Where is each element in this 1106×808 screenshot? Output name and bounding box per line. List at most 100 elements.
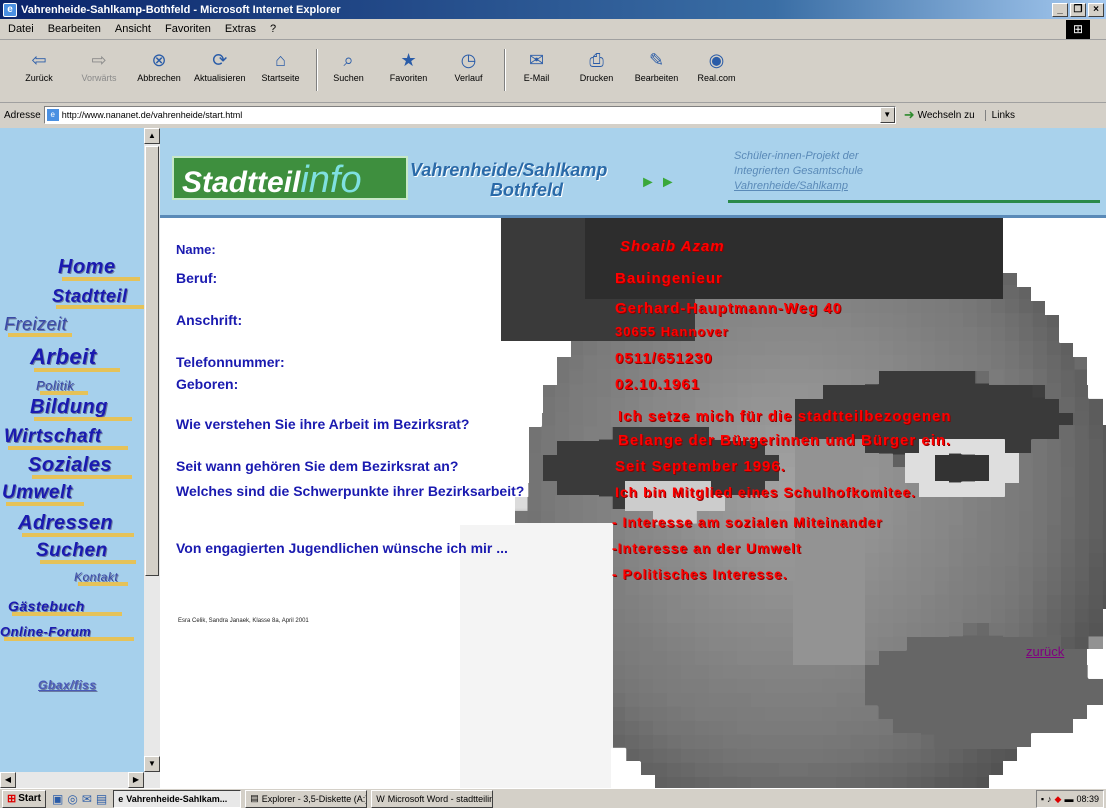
label-anschrift: Anschrift: [176, 312, 243, 328]
banner-arrows-icon: ►► [640, 174, 680, 191]
task-word[interactable]: W Microsoft Word - stadtteilin... [371, 789, 494, 808]
ie-task-icon: e [118, 793, 124, 804]
nav-stadtteil[interactable]: Stadtteil [52, 286, 146, 309]
quicklaunch-outlook-icon[interactable]: ✉ [82, 792, 92, 806]
quicklaunch-ie-icon[interactable]: ◎ [67, 792, 77, 806]
home-button[interactable]: ⌂ Startseite [256, 49, 306, 83]
quicklaunch-desktop-icon[interactable]: ▣ [52, 792, 63, 806]
word-task-icon: W [376, 793, 385, 804]
back-button[interactable]: ⇦ Zurück [14, 49, 64, 83]
restore-button[interactable]: ❐ [1070, 2, 1086, 17]
mail-button[interactable]: ✉ E-Mail [512, 49, 562, 83]
print-button[interactable]: ⎙ Drucken [572, 49, 622, 83]
minimize-button[interactable]: _ [1052, 2, 1068, 17]
nav-vertical-scrollbar[interactable]: ▲ ▼ [144, 128, 160, 788]
nav-gbax-fiss[interactable]: Gbax/fiss [38, 678, 97, 692]
task-ie[interactable]: e Vahrenheide-Sahlkam... [113, 789, 242, 808]
scroll-thumb[interactable] [145, 146, 159, 576]
scroll-left-arrow-icon[interactable]: ◀ [0, 772, 16, 788]
stop-button[interactable]: ⊗ Abbrechen [134, 49, 184, 83]
task-explorer[interactable]: ▤ Explorer - 3,5-Diskette (A:) [245, 789, 368, 808]
history-button[interactable]: ◷ Verlauf [444, 49, 494, 83]
value-geboren: 02.10.1961 [615, 376, 701, 393]
nav-soziales[interactable]: Soziales [28, 454, 132, 479]
nav-adressen[interactable]: Adressen [18, 512, 134, 537]
label-telefonnummer: Telefonnummer: [176, 354, 285, 370]
address-label: Adresse [4, 109, 41, 121]
tray-speaker-icon[interactable]: ♪ [1047, 794, 1052, 804]
banner-title-line2: Bothfeld [490, 180, 563, 200]
nav-kontakt[interactable]: Kontakt [74, 570, 128, 586]
folder-task-icon: ▤ [250, 793, 259, 803]
search-button[interactable]: ⌕ Suchen [324, 49, 374, 83]
project-line3: Vahrenheide/Sahlkamp [734, 180, 848, 192]
go-button[interactable]: ➜ Wechseln zu [903, 107, 975, 122]
tray-antivirus-icon[interactable]: ◆ [1055, 794, 1062, 805]
go-arrow-icon: ➜ [903, 107, 915, 122]
links-button[interactable]: Links [984, 109, 1015, 121]
page-credit: Esra Celik, Sandra Janaek, Klasse 8a, Ap… [178, 618, 309, 624]
tray-monitor-icon[interactable]: ▬ [1064, 794, 1073, 804]
value-telefon: 0511/651230 [615, 350, 713, 367]
print-icon: ⎙ [589, 50, 604, 70]
scroll-up-arrow-icon[interactable]: ▲ [144, 128, 160, 144]
scroll-right-arrow-icon[interactable]: ▶ [128, 772, 144, 788]
quicklaunch-explorer-icon[interactable]: ▤ [96, 792, 107, 806]
address-url: http://www.nananet.de/vahrenheide/start.… [61, 110, 243, 120]
favorites-button[interactable]: ★ Favoriten [384, 49, 434, 83]
value-youth-3: - Politisches Interesse. [612, 566, 788, 582]
nav-home[interactable]: Home [58, 256, 140, 281]
nav-horizontal-scrollbar[interactable]: ◀ ▶ [0, 772, 144, 788]
nav-online-forum[interactable]: Online-Forum [0, 624, 134, 641]
back-link[interactable]: zurück [1026, 644, 1064, 659]
real-button[interactable]: ◉ Real.com [692, 49, 742, 83]
banner-title-line1: Vahrenheide/Sahlkamp [410, 160, 608, 180]
scroll-down-arrow-icon[interactable]: ▼ [144, 756, 160, 772]
toolbar-separator [315, 49, 318, 91]
menu-ansicht[interactable]: Ansicht [115, 23, 151, 35]
close-button[interactable]: × [1088, 2, 1104, 17]
menu-favoriten[interactable]: Favoriten [165, 23, 211, 35]
nav-wirtschaft[interactable]: Wirtschaft [4, 426, 128, 450]
nav-politik[interactable]: Politik [36, 378, 88, 395]
nav-arbeit[interactable]: Arbeit [30, 344, 120, 372]
menu-bar: Datei Bearbeiten Ansicht Favoriten Extra… [0, 19, 1106, 40]
nav-freizeit[interactable]: Freizeit [4, 314, 72, 337]
browser-content: Home Stadtteil Freizeit Arbeit Politik B… [0, 128, 1106, 788]
nav-gaestebuch[interactable]: Gästebuch [8, 598, 122, 616]
value-since: Seit September 1996. [615, 458, 786, 475]
stop-icon: ⊗ [151, 50, 167, 70]
tray-network-icon[interactable]: ▪ [1041, 794, 1044, 804]
nav-bildung[interactable]: Bildung [30, 396, 132, 421]
main-frame: Stadtteilinfo Vahrenheide/Sahlkamp Bothf… [160, 128, 1106, 788]
address-input[interactable]: e http://www.nananet.de/vahrenheide/star… [43, 106, 896, 124]
label-beruf: Beruf: [176, 270, 218, 286]
value-city: 30655 Hannover [615, 324, 729, 339]
value-youth-2: -Interesse an der Umwelt [612, 540, 802, 556]
menu-help[interactable]: ? [270, 23, 276, 35]
menu-bearbeiten[interactable]: Bearbeiten [48, 23, 101, 35]
forward-button[interactable]: ⇨ Vorwärts [74, 49, 124, 83]
page-icon: e [46, 109, 59, 121]
stadtteilinfo-logo: Stadtteilinfo [172, 156, 408, 200]
home-icon: ⌂ [275, 50, 286, 70]
address-dropdown-button[interactable]: ▼ [879, 107, 895, 123]
banner-divider [728, 200, 1100, 203]
search-icon: ⌕ [343, 50, 354, 70]
refresh-button[interactable]: ⟳ Aktualisieren [194, 49, 246, 83]
start-button[interactable]: ⊞ Start [2, 789, 47, 808]
value-beruf: Bauingenieur [615, 270, 723, 287]
edit-icon: ✎ [648, 50, 665, 70]
back-arrow-icon: ⇦ [31, 50, 47, 70]
label-question-youth: Von engagierten Jugendlichen wünsche ich… [176, 540, 508, 556]
toolbar-separator [503, 49, 506, 91]
site-banner: Stadtteilinfo Vahrenheide/Sahlkamp Bothf… [160, 128, 1106, 218]
nav-suchen[interactable]: Suchen [36, 540, 136, 564]
menu-datei[interactable]: Datei [8, 23, 34, 35]
edit-button[interactable]: ✎ Bearbeiten [632, 49, 682, 83]
menu-extras[interactable]: Extras [225, 23, 256, 35]
project-line2: Integrierten Gesamtschule [734, 165, 864, 177]
real-icon: ◉ [708, 50, 725, 70]
label-question-focus: Welches sind die Schwerpunkte ihrer Bezi… [176, 483, 525, 499]
nav-umwelt[interactable]: Umwelt [2, 482, 84, 506]
